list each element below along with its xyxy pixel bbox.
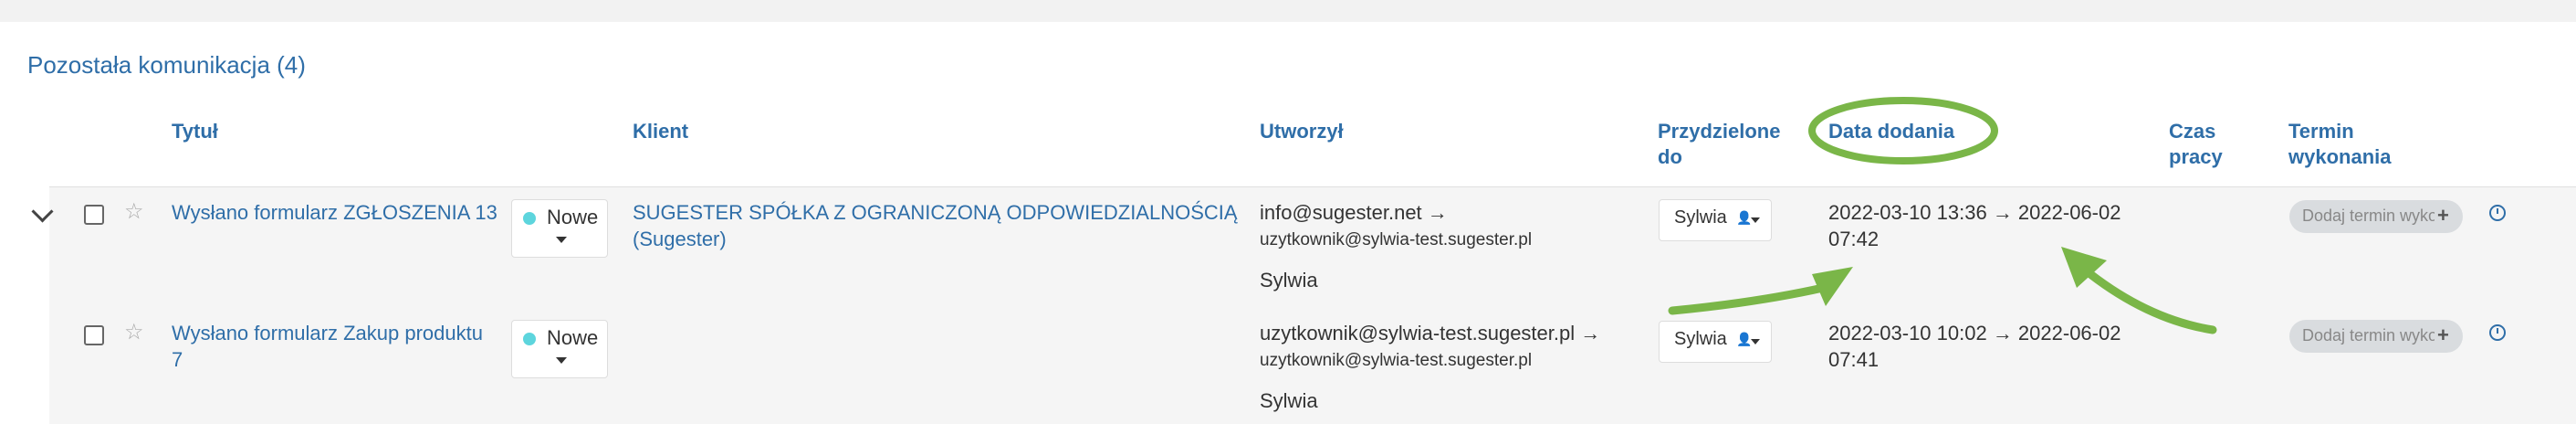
annotation-arrow-right (2086, 270, 2217, 334)
annotation-arrowhead-left (1812, 267, 1853, 306)
annotation-arrow-left (1668, 281, 1839, 315)
annotation-ellipse (1808, 97, 1998, 164)
annotation-overlay (1668, 97, 2217, 334)
